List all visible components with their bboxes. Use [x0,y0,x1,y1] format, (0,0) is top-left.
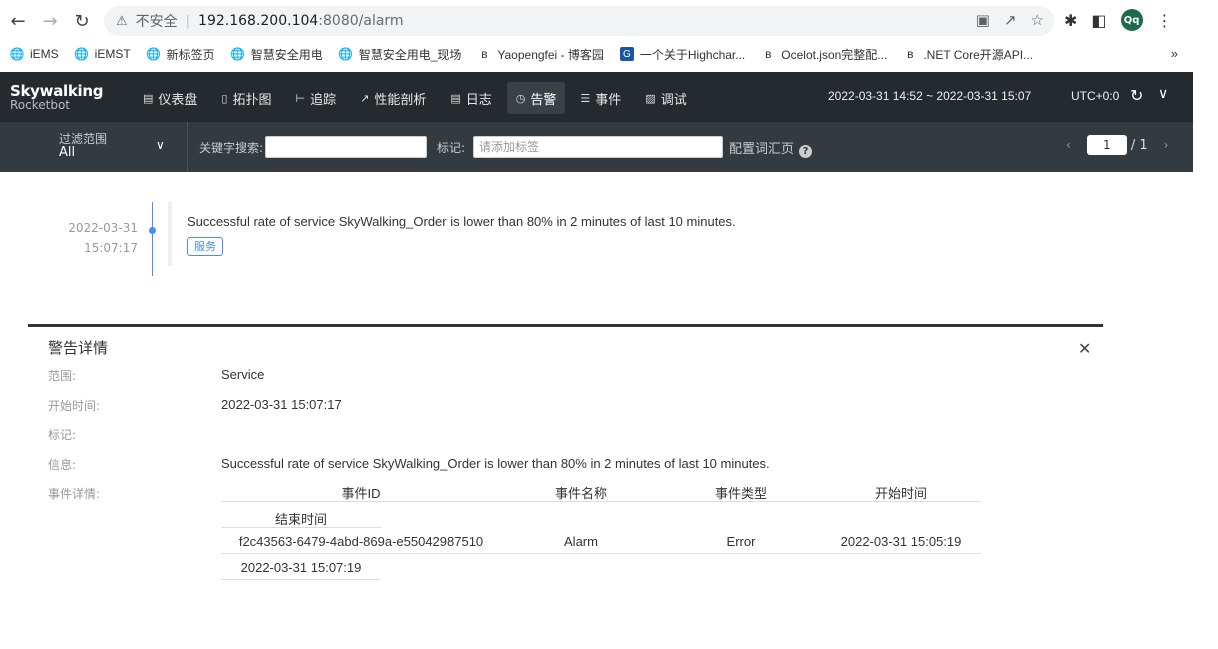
nav-debug[interactable]: ▨ 调试 [636,82,695,114]
timeline-divider [168,202,172,266]
nav-log[interactable]: ▤ 日志 [441,82,500,114]
bookmarks-bar: 🌐 iEMS 🌐 iEMST 🌐 新标签页 🌐 智慧安全用电 🌐 智慧安全用电_现场 вY… [0,42,1218,66]
share-icon[interactable]: ↗ [1004,11,1017,29]
chevron-right-icon[interactable]: › [1164,138,1169,152]
keyword-label: 关键字搜索: [199,141,264,155]
globe-icon: 🌐 [74,47,90,61]
keyword-input[interactable] [265,136,427,158]
address-bar[interactable]: ⚠ 不安全 | 192.168.200.104:8080/alarm ▣ ↗ ☆ [104,6,1054,36]
highcharts-icon: G [619,47,634,61]
nav-event[interactable]: ☰ 事件 [571,82,630,114]
globe-icon: 🌐 [9,47,25,61]
time-range[interactable]: 2022-03-31 14:52 ~ 2022-03-31 15:07 [828,89,1031,103]
events-label: 事件详情: [48,487,101,501]
bookmarks-overflow-button[interactable]: » [1171,46,1178,61]
help-icon[interactable]: ? [799,145,813,158]
alarm-message[interactable]: Successful rate of service SkyWalking_Or… [187,214,736,229]
app-header: Skywalking Rocketbot ▤ 仪表盘 ▯ 拓扑图 ⊢ 追踪 ↗ 性能剖析… [0,72,1193,122]
chevron-down-icon: ∨ [156,138,165,152]
globe-icon: 🌐 [338,47,354,61]
page-input[interactable]: 1 [1086,135,1127,155]
avatar[interactable]: Qq [1120,9,1143,31]
filter-bar: 过滤范围 All ∨ 关键字搜索: 标记: 请添加标签 配置词汇页? ‹ 1 /… [0,122,1193,172]
nav-trace[interactable]: ⊢ 追踪 [287,82,346,114]
pagination: ‹ 1 / 1 › [1066,135,1168,155]
cnblogs-icon: в [907,47,914,61]
table-header: 事件ID 事件名称 事件类型 开始时间 [221,478,981,502]
timeline-line [152,202,153,276]
reload-icon[interactable]: ↻ [69,8,95,34]
extensions-icon[interactable]: ✱ [1064,11,1077,30]
topology-icon: ▯ [221,91,228,105]
timezone[interactable]: UTC+0:0 [1071,89,1119,103]
dashboard-icon: ▤ [143,91,154,105]
vocab-link[interactable]: 配置词汇页? [729,138,813,158]
globe-icon: 🌐 [230,47,246,61]
message-label: 信息: [48,458,77,472]
omnibox-separator: | [185,13,191,29]
tag-label: 标记: [437,141,466,155]
forward-arrow-icon[interactable]: → [37,8,63,34]
nav-alarm[interactable]: ◷ 告警 [506,82,566,114]
event-icon: ☰ [580,91,591,105]
trace-icon: ⊢ [295,91,306,105]
bookmark-item[interactable]: G 一个关于Highchar... [619,46,745,63]
bookmark-item[interactable]: в Yaopengfei - 博客园 [477,46,604,63]
chevron-left-icon[interactable]: ‹ [1066,138,1071,152]
url-path: :8080/alarm [318,13,404,29]
nav-dashboard[interactable]: ▤ 仪表盘 [134,82,206,114]
scope-label: 范围: [48,369,77,383]
bookmark-item[interactable]: в .NET Core开源API... [903,46,1033,63]
table-row: f2c43563-6479-4abd-869a-e55042987510 Ala… [221,529,981,554]
url-host: 192.168.200.104 [198,13,319,29]
tag-input[interactable]: 请添加标签 [473,136,723,158]
bookmark-item[interactable]: 🌐 iEMST [74,47,130,61]
warning-triangle-icon: ⚠ [116,13,128,29]
star-icon[interactable]: ☆ [1031,11,1044,29]
table-header-wrap: 结束时间 [221,504,381,528]
bookmark-item[interactable]: 🌐 新标签页 [146,46,214,63]
logo: Skywalking Rocketbot [10,82,104,112]
scope-value: Service [221,367,265,382]
start-time-value: 2022-03-31 15:07:17 [221,397,342,412]
back-arrow-icon[interactable]: ← [5,8,31,34]
bookmark-item[interactable]: 🌐 智慧安全用电_现场 [338,46,461,63]
scope-select[interactable]: 过滤范围 All ∨ [0,122,188,172]
alarm-timestamp: 2022-03-31 15:07:17 [68,221,138,255]
bookmark-item[interactable]: 🌐 iEMS [10,47,59,61]
insecure-label: 不安全 [135,14,178,30]
menu-kebab-icon[interactable]: ⋮ [1157,11,1173,30]
page-total: / 1 [1130,137,1148,153]
chevron-down-icon[interactable]: ∨ [1158,86,1168,102]
tags-label: 标记: [48,428,77,442]
bookmark-item[interactable]: 🌐 智慧安全用电 [230,46,322,63]
log-icon: ▤ [450,91,461,105]
cnblogs-icon: в [765,47,772,61]
debug-icon: ▨ [645,91,656,105]
globe-icon: 🌐 [146,47,162,61]
scope-badge: 服务 [187,237,223,256]
translate-icon[interactable]: ▣ [976,11,990,29]
timeline-dot [149,227,156,234]
nav-profile[interactable]: ↗ 性能剖析 [351,82,435,114]
alarm-icon: ◷ [515,91,526,105]
refresh-icon[interactable]: ↻ [1130,86,1143,105]
browser-toolbar: ← → ↻ ⚠ 不安全 | 192.168.200.104:8080/alarm… [0,0,1218,42]
table-row-wrap: 2022-03-31 15:07:19 [221,555,381,580]
close-icon[interactable]: ✕ [1078,339,1091,358]
detail-title: 警告详情 [48,339,109,357]
main-nav: ▤ 仪表盘 ▯ 拓扑图 ⊢ 追踪 ↗ 性能剖析 ▤ 日志 ◷ 告警 ☰ 事件 ▨ 调试 [134,82,702,114]
profile-icon: ↗ [360,91,370,105]
cnblogs-icon: в [481,47,488,61]
sidebar-icon[interactable]: ◧ [1091,11,1106,30]
bookmark-item[interactable]: в Ocelot.json完整配... [761,46,887,63]
start-time-label: 开始时间: [48,399,101,413]
nav-topology[interactable]: ▯ 拓扑图 [212,82,280,114]
message-value: Successful rate of service SkyWalking_Or… [221,456,770,471]
alarm-detail-panel: 警告详情 ✕ 范围: Service 开始时间: 2022-03-31 15:0… [28,324,1103,584]
alarm-timeline: 2022-03-31 15:07:17 Successful rate of s… [0,172,1193,322]
